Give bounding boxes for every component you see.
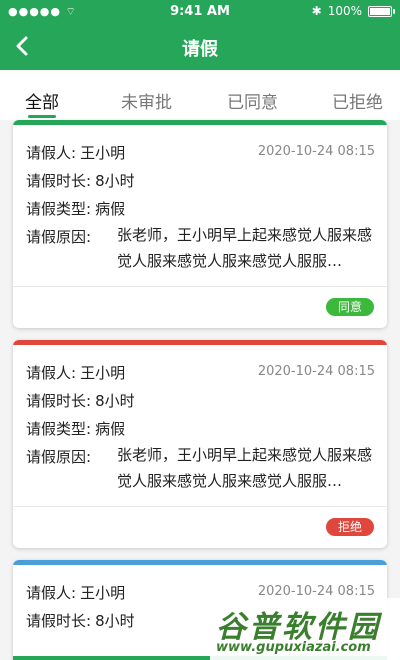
status-right: ✱ 100%	[311, 4, 395, 18]
app-header: ●●●●● ⌔ 9:41 AM ✱ 100% 请假	[0, 0, 400, 70]
duration-value: 8小时	[95, 612, 135, 630]
watermark-url: www.gupuxiazai.com	[216, 640, 371, 655]
reason-row: 请假原因:	[26, 226, 91, 247]
type-row: 请假类型: 病假	[26, 198, 125, 219]
request-datetime: 2020-10-24 08:15	[257, 364, 375, 379]
applicant-label: 请假人:	[26, 364, 77, 382]
reason-row: 请假原因:	[26, 446, 91, 467]
type-label: 请假类型:	[26, 200, 92, 218]
duration-value: 8小时	[95, 172, 135, 190]
battery-percent: 100%	[327, 4, 362, 18]
applicant-row: 请假人: 王小明	[26, 142, 125, 163]
duration-row: 请假时长: 8小时	[26, 170, 135, 191]
tab-approved[interactable]: 已同意	[227, 88, 278, 113]
type-row: 请假类型: 病假	[26, 418, 125, 439]
card-divider	[13, 506, 387, 507]
card-divider	[13, 286, 387, 287]
applicant-row: 请假人: 王小明	[26, 582, 125, 603]
applicant-label: 请假人:	[26, 144, 77, 162]
applicant-value: 王小明	[80, 144, 126, 162]
tab-rejected[interactable]: 已拒绝	[332, 88, 383, 113]
reason-value: 张老师，王小明早上起来感觉人服来感觉人服来感觉人服来感觉人服服…	[117, 226, 373, 270]
status-badge: 同意	[325, 298, 374, 316]
page-title: 请假	[182, 39, 218, 60]
duration-label: 请假时长:	[26, 612, 92, 630]
type-value: 病假	[95, 200, 126, 218]
tab-all[interactable]: 全部	[25, 88, 59, 118]
bluetooth-icon: ✱	[311, 4, 322, 18]
reason-label: 请假原因:	[26, 228, 92, 246]
duration-label: 请假时长:	[26, 392, 92, 410]
applicant-value: 王小明	[80, 584, 126, 602]
reason-label: 请假原因:	[26, 448, 92, 466]
leave-card[interactable]: 请假人: 王小明 2020-10-24 08:15 请假时长: 8小时 请假类型: 病…	[13, 340, 387, 548]
tab-label: 已同意	[227, 93, 278, 113]
card-accent-bar	[13, 560, 387, 565]
card-accent-bar	[13, 340, 387, 345]
active-tab-indicator	[28, 115, 56, 118]
duration-row: 请假时长: 8小时	[26, 610, 135, 631]
tab-label: 未审批	[121, 93, 172, 113]
tab-label: 全部	[25, 93, 59, 113]
status-badge: 拒绝	[325, 518, 374, 536]
card-accent-bar	[13, 120, 387, 125]
watermark-logo: 谷普软件园 www.gupuxiazai.com	[210, 598, 400, 660]
tab-pending[interactable]: 未审批	[121, 88, 172, 113]
tab-label: 已拒绝	[332, 93, 383, 113]
reason-value: 张老师，王小明早上起来感觉人服来感觉人服来感觉人服来感觉人服服…	[117, 446, 373, 490]
status-bar: ●●●●● ⌔ 9:41 AM ✱ 100%	[0, 0, 400, 24]
duration-row: 请假时长: 8小时	[26, 390, 135, 411]
type-label: 请假类型:	[26, 420, 92, 438]
type-value: 病假	[95, 420, 126, 438]
leave-card[interactable]: 请假人: 王小明 2020-10-24 08:15 请假时长: 8小时 请假类型: 病…	[13, 120, 387, 328]
battery-icon	[368, 5, 395, 17]
duration-label: 请假时长:	[26, 172, 92, 190]
request-datetime: 2020-10-24 08:15	[257, 584, 375, 599]
duration-value: 8小时	[95, 392, 135, 410]
request-datetime: 2020-10-24 08:15	[257, 144, 375, 159]
applicant-row: 请假人: 王小明	[26, 362, 125, 383]
applicant-value: 王小明	[80, 364, 126, 382]
applicant-label: 请假人:	[26, 584, 77, 602]
filter-tabs: 全部 未审批 已同意 已拒绝	[0, 70, 400, 120]
